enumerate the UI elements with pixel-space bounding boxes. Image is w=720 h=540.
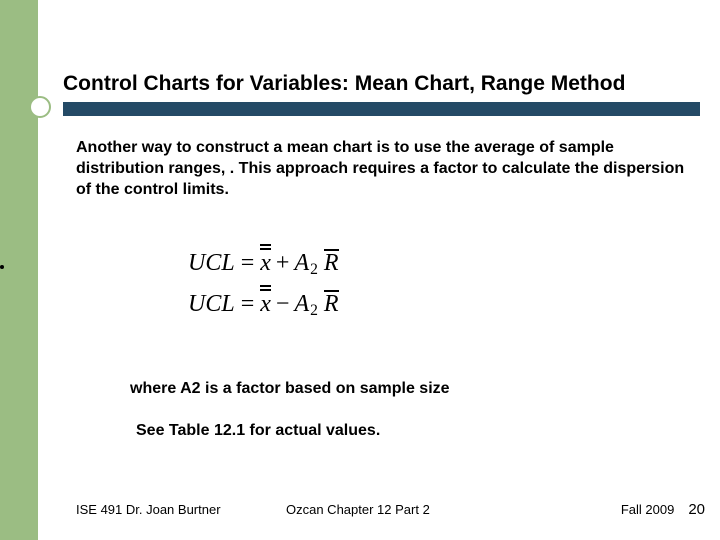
plus-sign: + bbox=[271, 250, 295, 276]
equals-sign: = bbox=[235, 250, 261, 276]
left-accent-sidebar bbox=[0, 0, 38, 540]
footer-course: ISE 491 Dr. Joan Burtner bbox=[76, 502, 286, 517]
lcl-label: UCL bbox=[188, 291, 235, 317]
r-bar: R bbox=[324, 250, 339, 277]
a-factor: A bbox=[294, 250, 309, 276]
rule-bar bbox=[63, 102, 700, 116]
footer-page: 20 bbox=[688, 501, 705, 518]
side-dot bbox=[0, 265, 4, 269]
r-bar: R bbox=[324, 291, 339, 318]
title-underline bbox=[63, 102, 700, 118]
bullet-dot bbox=[29, 96, 51, 118]
formula-block: UCL=x+A2 R UCL=x−A2 R bbox=[188, 250, 339, 332]
slide-content: Control Charts for Variables: Mean Chart… bbox=[38, 0, 720, 540]
a-subscript: 2 bbox=[309, 302, 318, 319]
intro-paragraph: Another way to construct a mean chart is… bbox=[76, 138, 692, 200]
equals-sign: = bbox=[235, 291, 261, 317]
lcl-formula: UCL=x−A2 R bbox=[188, 291, 339, 320]
ucl-formula: UCL=x+A2 R bbox=[188, 250, 339, 279]
a-factor: A bbox=[294, 291, 309, 317]
x-double-bar: x bbox=[260, 291, 271, 318]
footer: ISE 491 Dr. Joan Burtner Ozcan Chapter 1… bbox=[76, 501, 705, 518]
footer-term: Fall 2009 bbox=[621, 502, 674, 517]
ucl-label: UCL bbox=[188, 250, 235, 276]
see-table-note: See Table 12.1 for actual values. bbox=[136, 422, 380, 440]
a-subscript: 2 bbox=[309, 261, 318, 278]
minus-sign: − bbox=[271, 291, 295, 317]
x-double-bar: x bbox=[260, 250, 271, 277]
where-note: where A2 is a factor based on sample siz… bbox=[130, 380, 450, 398]
slide-title: Control Charts for Variables: Mean Chart… bbox=[63, 72, 710, 96]
footer-chapter: Ozcan Chapter 12 Part 2 bbox=[286, 502, 621, 517]
